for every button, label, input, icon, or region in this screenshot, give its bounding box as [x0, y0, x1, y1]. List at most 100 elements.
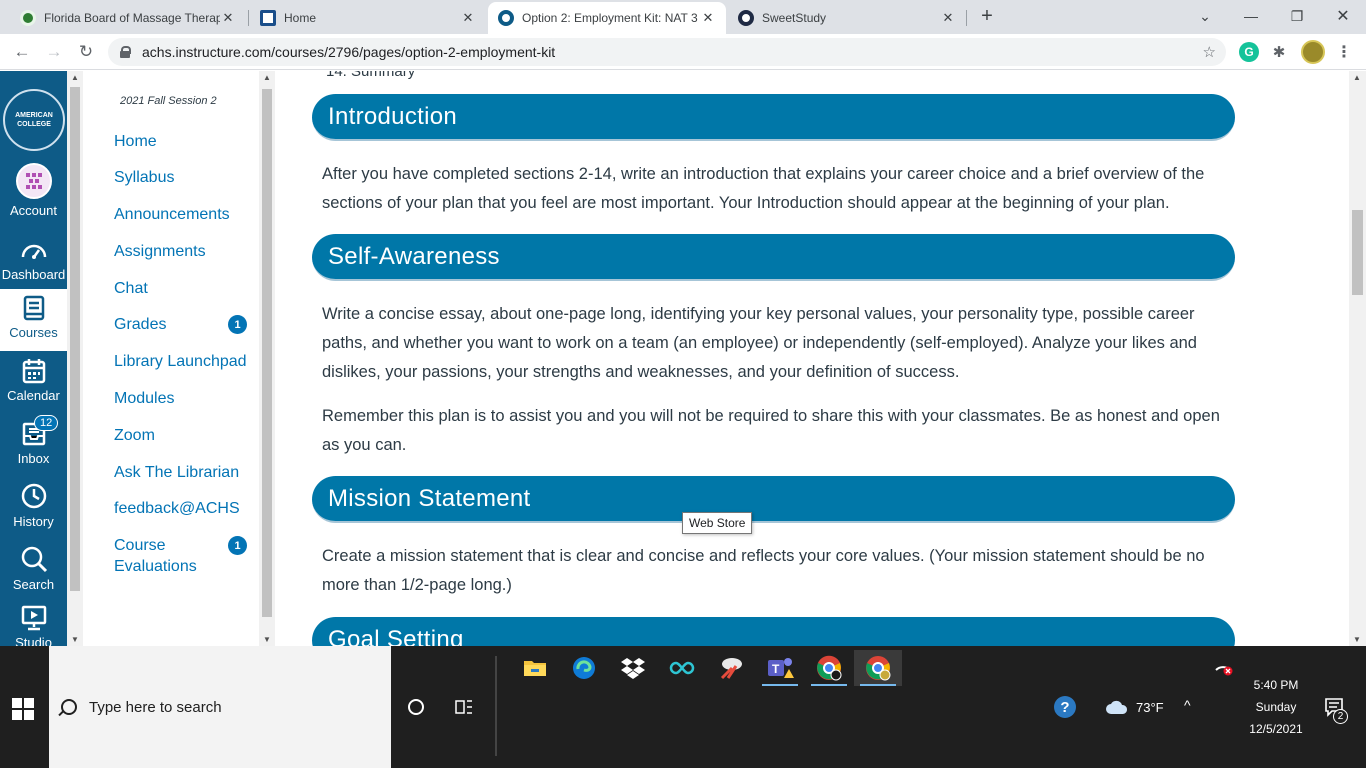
scroll-down-arrow-icon[interactable]: ▼	[259, 635, 275, 644]
evaluations-count-badge: 1	[228, 536, 247, 555]
lock-icon	[120, 46, 131, 58]
tab-title: Option 2: Employment Kit: NAT 3	[522, 11, 698, 25]
microsoft-teams-app-icon[interactable]: T	[756, 650, 804, 686]
page-scrollbar[interactable]: ▲ ▼	[1349, 71, 1366, 646]
course-nav-library-launchpad[interactable]: Library Launchpad	[114, 351, 254, 372]
new-tab-button[interactable]: +	[976, 5, 998, 27]
forward-arrow-icon[interactable]: →	[42, 40, 66, 64]
account-avatar-icon	[15, 163, 52, 199]
course-nav-assignments[interactable]: Assignments	[114, 241, 254, 262]
scrollbar-thumb[interactable]	[1352, 210, 1363, 295]
chrome-active-app-icon[interactable]	[854, 650, 902, 686]
minimize-button[interactable]: —	[1228, 0, 1274, 32]
course-nav-modules[interactable]: Modules	[114, 388, 254, 409]
inbox-unread-badge: 12	[34, 415, 59, 431]
scroll-up-arrow-icon[interactable]: ▲	[259, 73, 275, 82]
course-nav-scrollbar[interactable]: ▲ ▼	[259, 71, 275, 646]
tab-separator	[966, 10, 967, 26]
clock-time[interactable]: 5:40 PM	[1240, 678, 1312, 692]
grades-count-badge: 1	[228, 315, 247, 334]
url-text: achs.instructure.com/courses/2796/pages/…	[142, 44, 556, 60]
outline-list-item: 14. Summary	[326, 71, 416, 80]
dropbox-app-icon[interactable]	[609, 650, 657, 686]
studio-screen-icon	[21, 605, 46, 631]
tab-close-icon[interactable]: ✕	[700, 10, 716, 26]
browser-toolbar: ← → ↻ achs.instructure.com/courses/2796/…	[0, 34, 1366, 70]
global-nav-label: History	[13, 514, 54, 529]
scroll-up-arrow-icon[interactable]: ▲	[1349, 73, 1365, 82]
tab-search-chevron-icon[interactable]: ⌄	[1182, 0, 1228, 32]
tab-close-icon[interactable]: ✕	[940, 10, 956, 26]
back-arrow-icon[interactable]: ←	[10, 40, 34, 64]
global-nav-search[interactable]: Search	[0, 545, 67, 592]
course-navigation: 2021 Fall Session 2 Home Syllabus Announ…	[83, 71, 259, 646]
course-nav-feedback[interactable]: feedback@ACHS	[114, 498, 254, 519]
browser-menu-icon[interactable]: ⋮	[1334, 42, 1354, 62]
global-nav-label: Search	[12, 577, 55, 592]
search-icon	[61, 699, 77, 715]
global-nav-dashboard[interactable]: Dashboard	[0, 237, 67, 282]
browser-tab-home[interactable]: Home ✕	[250, 2, 486, 34]
global-nav-courses[interactable]: Courses	[0, 289, 67, 351]
global-nav-history[interactable]: History	[0, 482, 67, 529]
search-magnifier-icon	[21, 546, 47, 573]
section-heading-introduction: Introduction	[312, 94, 1235, 141]
section-paragraph: After you have completed sections 2-14, …	[322, 165, 1205, 212]
tab-close-icon[interactable]: ✕	[220, 10, 236, 26]
tab-title: Home	[284, 11, 317, 25]
course-nav-home[interactable]: Home	[114, 131, 254, 152]
bookmark-star-icon[interactable]: ☆	[1203, 43, 1216, 61]
browser-tab-sweetstudy[interactable]: SweetStudy ✕	[728, 2, 966, 34]
browser-tab-florida-board[interactable]: Florida Board of Massage Therap ✕	[10, 2, 246, 34]
scrollbar-thumb[interactable]	[70, 87, 80, 591]
college-logo[interactable]: AMERICAN COLLEGE	[3, 89, 65, 151]
global-nav-studio[interactable]: Studio	[0, 605, 67, 646]
global-nav-label: Dashboard	[1, 267, 66, 282]
file-explorer-app-icon[interactable]	[511, 650, 559, 686]
clock-day[interactable]: Sunday	[1240, 700, 1312, 714]
course-nav-chat[interactable]: Chat	[114, 278, 254, 299]
profile-avatar[interactable]	[1301, 40, 1325, 64]
course-nav-course-evaluations[interactable]: Course Evaluations	[114, 535, 214, 577]
course-nav-announcements[interactable]: Announcements	[114, 204, 254, 225]
course-nav-zoom[interactable]: Zoom	[114, 425, 254, 446]
weather-cloud-icon[interactable]	[1105, 699, 1129, 715]
cortana-circle-icon[interactable]	[408, 699, 424, 715]
restore-button[interactable]: ❐	[1274, 0, 1320, 32]
section-heading-mission-statement: Mission Statement	[312, 476, 1235, 523]
grammarly-extension-icon[interactable]: G	[1239, 42, 1259, 62]
left-scrollbar[interactable]: ▲ ▼	[67, 71, 83, 646]
taskbar-search-box[interactable]: Type here to search	[49, 646, 391, 768]
windows-start-icon[interactable]	[12, 698, 34, 720]
infinity-app-icon[interactable]	[658, 650, 706, 686]
clock-date[interactable]: 12/5/2021	[1240, 722, 1312, 736]
edge-browser-app-icon[interactable]	[560, 650, 608, 686]
help-question-icon[interactable]: ?	[1054, 696, 1076, 718]
scrollbar-thumb[interactable]	[262, 89, 272, 617]
browser-tab-strip: Florida Board of Massage Therap ✕ Home ✕…	[0, 0, 1366, 34]
task-view-icon[interactable]	[455, 699, 473, 715]
course-nav-syllabus[interactable]: Syllabus	[114, 167, 254, 188]
weather-temperature[interactable]: 73°F	[1136, 700, 1164, 715]
dashboard-gauge-icon	[21, 244, 46, 259]
courses-book-icon	[23, 295, 44, 321]
global-nav-inbox[interactable]: 12 Inbox	[0, 415, 67, 466]
close-window-button[interactable]: ✕	[1320, 0, 1366, 32]
scroll-up-arrow-icon[interactable]: ▲	[67, 73, 83, 82]
global-nav-label: Calendar	[7, 388, 60, 403]
tab-close-icon[interactable]: ✕	[460, 10, 476, 26]
scroll-down-arrow-icon[interactable]: ▼	[1349, 635, 1365, 644]
chrome-profile-app-icon[interactable]	[805, 650, 853, 686]
address-bar[interactable]: achs.instructure.com/courses/2796/pages/…	[108, 38, 1226, 66]
course-nav-ask-the-librarian[interactable]: Ask The Librarian	[114, 462, 254, 483]
course-term-label: 2021 Fall Session 2	[120, 95, 217, 107]
global-nav-calendar[interactable]: Calendar	[0, 358, 67, 403]
extensions-puzzle-icon[interactable]: ✱	[1269, 42, 1289, 62]
scroll-down-arrow-icon[interactable]: ▼	[67, 635, 83, 644]
global-nav-account[interactable]: Account	[0, 163, 67, 218]
show-hidden-icons-chevron-icon[interactable]: ^	[1184, 697, 1191, 713]
reload-icon[interactable]: ↻	[74, 40, 98, 64]
snipping-tool-app-icon[interactable]	[707, 650, 755, 686]
browser-tab-employment-kit[interactable]: Option 2: Employment Kit: NAT 3 ✕	[488, 2, 726, 34]
network-disconnected-icon[interactable]	[1214, 660, 1234, 676]
